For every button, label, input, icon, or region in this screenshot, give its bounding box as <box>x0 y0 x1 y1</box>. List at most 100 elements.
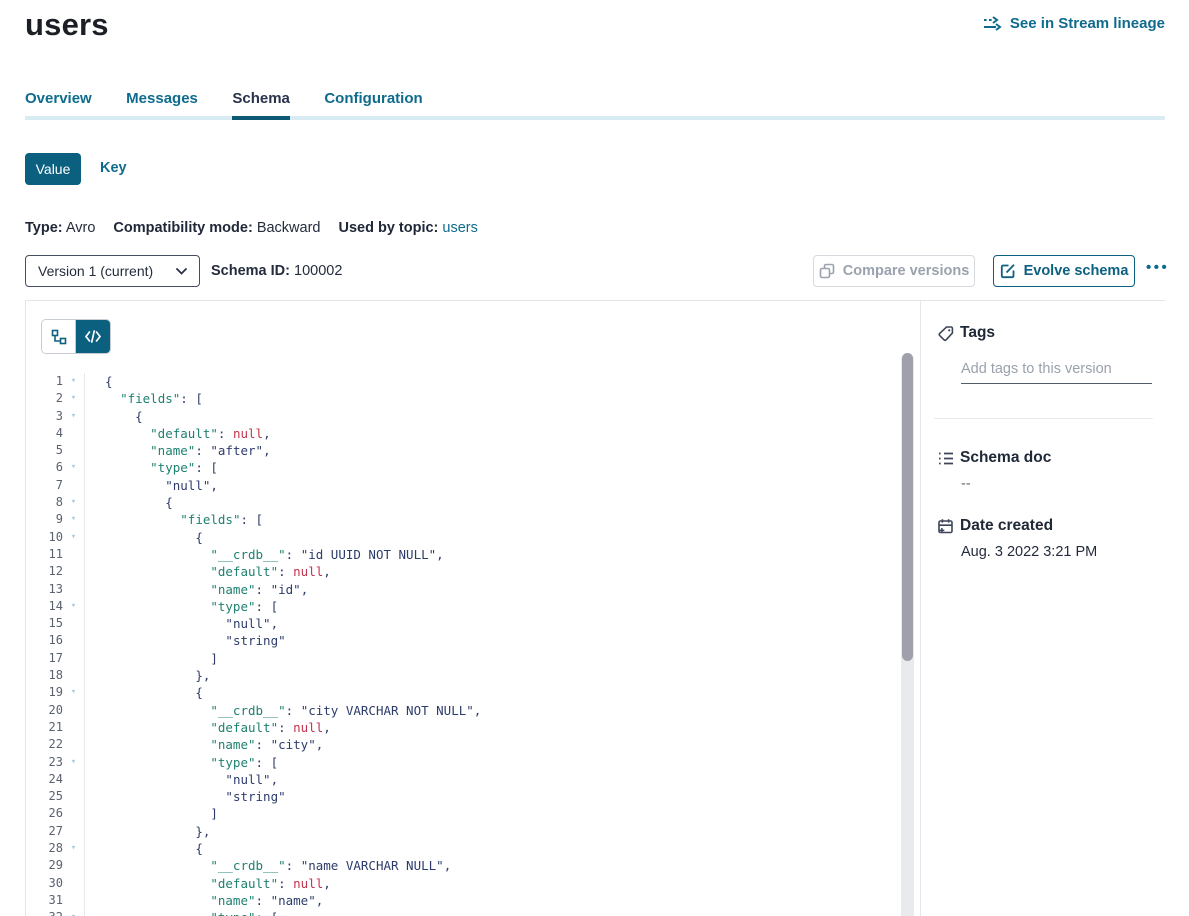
line-number: 15 <box>26 615 63 632</box>
line-number: 12 <box>26 563 63 580</box>
editor-scrollbar[interactable] <box>901 353 914 916</box>
fold-spacer <box>63 581 84 598</box>
fold-spacer <box>63 632 84 649</box>
add-tags-input[interactable] <box>961 359 1152 384</box>
tags-section-title: Tags <box>960 324 995 342</box>
fold-spacer <box>63 425 84 442</box>
line-number: 6 <box>26 459 63 476</box>
schema-page: users See in Stream lineage Overview Mes… <box>0 0 1189 916</box>
more-actions-button[interactable]: ••• <box>1146 259 1169 276</box>
compare-versions-button[interactable]: Compare versions <box>813 255 975 287</box>
used-by-topic-field: Used by topic: users <box>338 220 477 236</box>
schema-doc-value: -- <box>961 476 971 492</box>
fold-spacer <box>63 875 84 892</box>
code-view-button[interactable] <box>76 320 110 353</box>
line-number: 10 <box>26 529 63 546</box>
tab-bar: Overview Messages Schema Configuration <box>25 90 1165 120</box>
fold-spacer <box>63 719 84 736</box>
type-field: Type: Avro <box>25 220 95 236</box>
fold-toggle-icon[interactable]: ▾ <box>63 684 84 701</box>
fold-toggle-icon[interactable]: ▾ <box>63 373 84 390</box>
see-in-stream-lineage-link[interactable]: See in Stream lineage <box>983 15 1165 32</box>
line-number: 3 <box>26 408 63 425</box>
line-number: 1 <box>26 373 63 390</box>
tab-messages[interactable]: Messages <box>126 90 198 118</box>
fold-toggle-icon[interactable]: ▾ <box>63 408 84 425</box>
tree-view-button[interactable] <box>42 320 76 353</box>
line-number: 20 <box>26 702 63 719</box>
fold-toggle-icon[interactable]: ▾ <box>63 494 84 511</box>
editor-scrollbar-thumb[interactable] <box>902 353 913 661</box>
fold-spacer <box>63 546 84 563</box>
fold-spacer <box>63 442 84 459</box>
line-number: 29 <box>26 857 63 874</box>
line-number: 13 <box>26 581 63 598</box>
copy-cards-icon <box>819 263 835 279</box>
line-number: 5 <box>26 442 63 459</box>
sidebar-divider <box>934 418 1153 419</box>
fold-toggle-icon[interactable]: ▾ <box>63 390 84 407</box>
line-number: 27 <box>26 823 63 840</box>
fold-toggle-icon[interactable]: ▾ <box>63 511 84 528</box>
schema-doc-list-icon <box>937 450 955 468</box>
line-number: 2 <box>26 390 63 407</box>
fold-toggle-icon[interactable]: ▾ <box>63 909 84 916</box>
line-number: 18 <box>26 667 63 684</box>
fold-spacer <box>63 667 84 684</box>
compatibility-field: Compatibility mode: Backward <box>113 220 320 236</box>
fold-spacer <box>63 788 84 805</box>
fold-spacer <box>63 805 84 822</box>
fold-spacer <box>63 650 84 667</box>
line-number: 21 <box>26 719 63 736</box>
stream-lineage-icon <box>983 16 1002 31</box>
line-number: 8 <box>26 494 63 511</box>
schema-doc-section-title: Schema doc <box>960 449 1051 467</box>
line-number: 24 <box>26 771 63 788</box>
topic-link[interactable]: users <box>442 220 477 236</box>
tab-underline-track <box>25 116 1165 120</box>
version-select[interactable]: Version 1 (current) <box>25 255 200 287</box>
fold-toggle-icon[interactable]: ▾ <box>63 529 84 546</box>
line-number: 32 <box>26 909 63 916</box>
tab-configuration[interactable]: Configuration <box>324 90 422 118</box>
line-number: 17 <box>26 650 63 667</box>
date-created-value: Aug. 3 2022 3:21 PM <box>961 544 1097 560</box>
fold-toggle-icon[interactable]: ▾ <box>63 754 84 771</box>
fold-spacer <box>63 615 84 632</box>
edit-square-icon <box>1000 263 1016 279</box>
chevron-down-icon <box>176 268 187 275</box>
tab-overview[interactable]: Overview <box>25 90 92 118</box>
code-brackets-icon <box>85 330 101 343</box>
tree-view-icon <box>51 329 67 345</box>
fold-spacer <box>63 477 84 494</box>
fold-spacer <box>63 823 84 840</box>
line-number: 11 <box>26 546 63 563</box>
fold-toggle-icon[interactable]: ▾ <box>63 459 84 476</box>
tag-icon <box>937 325 955 343</box>
line-number: 30 <box>26 875 63 892</box>
fold-spacer <box>63 702 84 719</box>
line-number: 4 <box>26 425 63 442</box>
editor-view-toggle <box>41 319 111 354</box>
fold-spacer <box>63 892 84 909</box>
value-toggle-button[interactable]: Value <box>25 153 81 185</box>
line-number: 14 <box>26 598 63 615</box>
line-number: 23 <box>26 754 63 771</box>
fold-toggle-icon[interactable]: ▾ <box>63 598 84 615</box>
line-number: 22 <box>26 736 63 753</box>
line-number: 16 <box>26 632 63 649</box>
line-number: 28 <box>26 840 63 857</box>
line-number: 31 <box>26 892 63 909</box>
schema-meta-row: Type: Avro Compatibility mode: Backward … <box>25 220 478 236</box>
evolve-schema-button[interactable]: Evolve schema <box>993 255 1135 287</box>
fold-spacer <box>63 857 84 874</box>
schema-details-sidebar: Tags Schema doc -- Date created Aug. 3 2… <box>920 301 1165 916</box>
line-number: 26 <box>26 805 63 822</box>
fold-spacer <box>63 736 84 753</box>
tab-schema[interactable]: Schema <box>232 90 290 118</box>
calendar-add-icon <box>937 518 955 536</box>
key-toggle-link[interactable]: Key <box>100 160 127 176</box>
fold-toggle-icon[interactable]: ▾ <box>63 840 84 857</box>
date-created-section-title: Date created <box>960 517 1053 535</box>
page-title: users <box>25 7 109 43</box>
